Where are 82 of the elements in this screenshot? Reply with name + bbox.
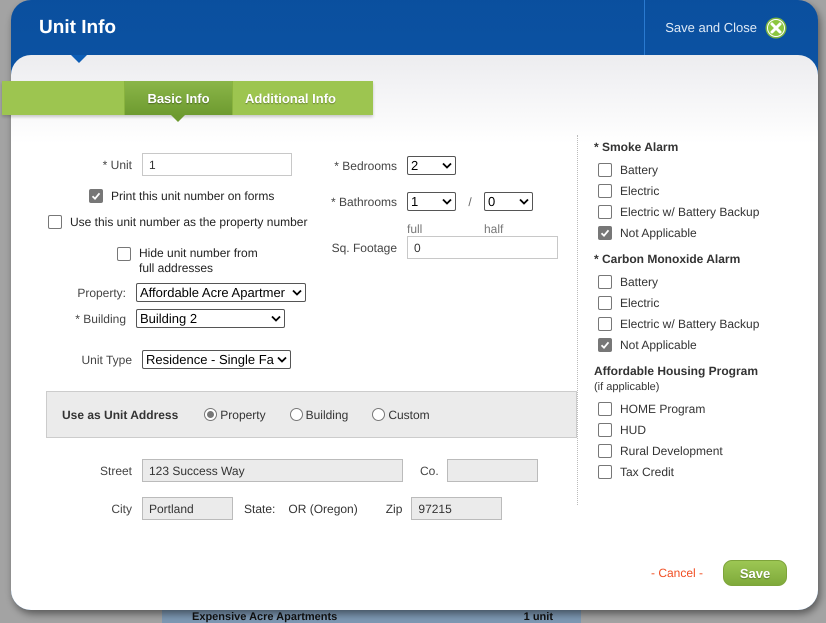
state-label: State: xyxy=(244,502,276,516)
radio-label: Custom xyxy=(388,408,430,422)
checkbox-label: Hide unit number from full addresses xyxy=(139,246,259,276)
checkbox[interactable] xyxy=(48,215,62,229)
unit-type-label: Unit Type xyxy=(80,352,132,366)
building-dropdown[interactable]: Building 2 xyxy=(136,309,285,328)
state-value: OR (Oregon) xyxy=(288,502,358,516)
full-caption: full xyxy=(407,222,424,236)
section-note: (if applicable) xyxy=(594,381,660,393)
radio-button[interactable] xyxy=(290,408,303,421)
sq-footage-field[interactable]: 0 xyxy=(407,236,558,259)
checkbox[interactable] xyxy=(598,162,612,176)
chevron-icon xyxy=(271,315,281,322)
chevron-icon xyxy=(277,356,287,363)
checkbox[interactable] xyxy=(598,184,612,198)
checkbox[interactable] xyxy=(598,444,612,458)
checkbox[interactable] xyxy=(598,204,612,218)
window-title: Unit Info xyxy=(39,16,116,38)
checkbox-label: Not Applicable xyxy=(620,338,697,352)
section-heading: * Smoke Alarm xyxy=(594,140,680,154)
checkbox-label: Print this unit number on forms xyxy=(111,189,274,203)
cancel-link[interactable]: - Cancel - xyxy=(650,566,703,580)
pointer-icon xyxy=(71,55,87,63)
checkbox[interactable] xyxy=(598,274,612,288)
building-label: * Building xyxy=(74,312,126,326)
chevron-icon xyxy=(292,289,302,296)
section-heading: * Carbon Monoxide Alarm xyxy=(594,252,742,266)
checkbox-label: Rural Development xyxy=(620,444,723,458)
unit-address-label: Use as Unit Address xyxy=(62,408,178,422)
checkbox-label: Battery xyxy=(620,274,658,288)
checkbox[interactable] xyxy=(117,247,131,261)
checkbox[interactable] xyxy=(598,402,612,416)
half-bathrooms-dropdown[interactable]: 0 xyxy=(484,192,533,211)
checkbox-label: Battery xyxy=(620,162,658,176)
checkbox[interactable] xyxy=(598,296,612,310)
checkbox[interactable] xyxy=(598,422,612,436)
street-label: Street xyxy=(98,464,132,478)
property-label: Property: xyxy=(76,286,126,300)
chevron-icon xyxy=(519,198,529,205)
county-field[interactable] xyxy=(446,459,538,482)
separator: / xyxy=(467,194,473,208)
checkbox-label: Tax Credit xyxy=(620,464,674,478)
property-name: Expensive Acre Apartments xyxy=(192,611,338,623)
checkbox-label: Electric w/ Battery Backup xyxy=(620,316,760,330)
checkbox-label: Electric xyxy=(620,296,660,310)
bedrooms-label: * Bedrooms xyxy=(333,158,397,172)
close-icon xyxy=(765,16,787,38)
chevron-icon xyxy=(442,162,452,169)
tab-pointer-icon xyxy=(171,115,185,122)
checkbox[interactable] xyxy=(598,226,612,240)
zip-label: Zip xyxy=(386,502,402,516)
half-caption: half xyxy=(484,222,504,236)
checkbox[interactable] xyxy=(598,338,612,352)
checkbox[interactable] xyxy=(598,316,612,330)
zip-field[interactable]: 97215 xyxy=(411,497,502,520)
radio-label: Building xyxy=(306,408,348,422)
full-bathrooms-dropdown[interactable]: 1 xyxy=(407,192,456,211)
street-field[interactable]: 123 Success Way xyxy=(142,459,403,482)
checkbox-label: HUD xyxy=(620,422,646,436)
checkbox-label: Not Applicable xyxy=(620,226,697,240)
unit-field[interactable]: 1 xyxy=(142,153,292,176)
city-field[interactable]: Portland xyxy=(142,497,233,520)
unit-label: * Unit xyxy=(102,158,132,172)
bathrooms-label: * Bathrooms xyxy=(330,194,397,208)
city-label: City xyxy=(110,502,132,516)
section-heading: Affordable Housing Program xyxy=(594,364,760,378)
checkbox-label: Use this unit number as the property number xyxy=(70,215,308,229)
radio-button[interactable] xyxy=(204,408,218,421)
radio-button[interactable] xyxy=(372,408,386,421)
chevron-icon xyxy=(442,198,452,205)
checkbox-label: Electric w/ Battery Backup xyxy=(620,204,760,218)
county-label: Co. xyxy=(420,464,439,478)
bedrooms-dropdown[interactable]: 2 xyxy=(407,156,456,175)
checkbox[interactable] xyxy=(598,464,612,478)
radio-label: Property xyxy=(220,408,266,422)
unit-count: 1 unit xyxy=(524,611,553,623)
checkbox[interactable] xyxy=(89,189,103,203)
unit-type-dropdown[interactable]: Residence - Single Fa xyxy=(142,350,291,369)
checkbox-label: Electric xyxy=(620,184,660,198)
sq-footage-label: Sq. Footage xyxy=(330,240,397,254)
property-dropdown[interactable]: Affordable Acre Apartmer xyxy=(136,283,306,302)
checkbox-label: HOME Program xyxy=(620,402,706,416)
